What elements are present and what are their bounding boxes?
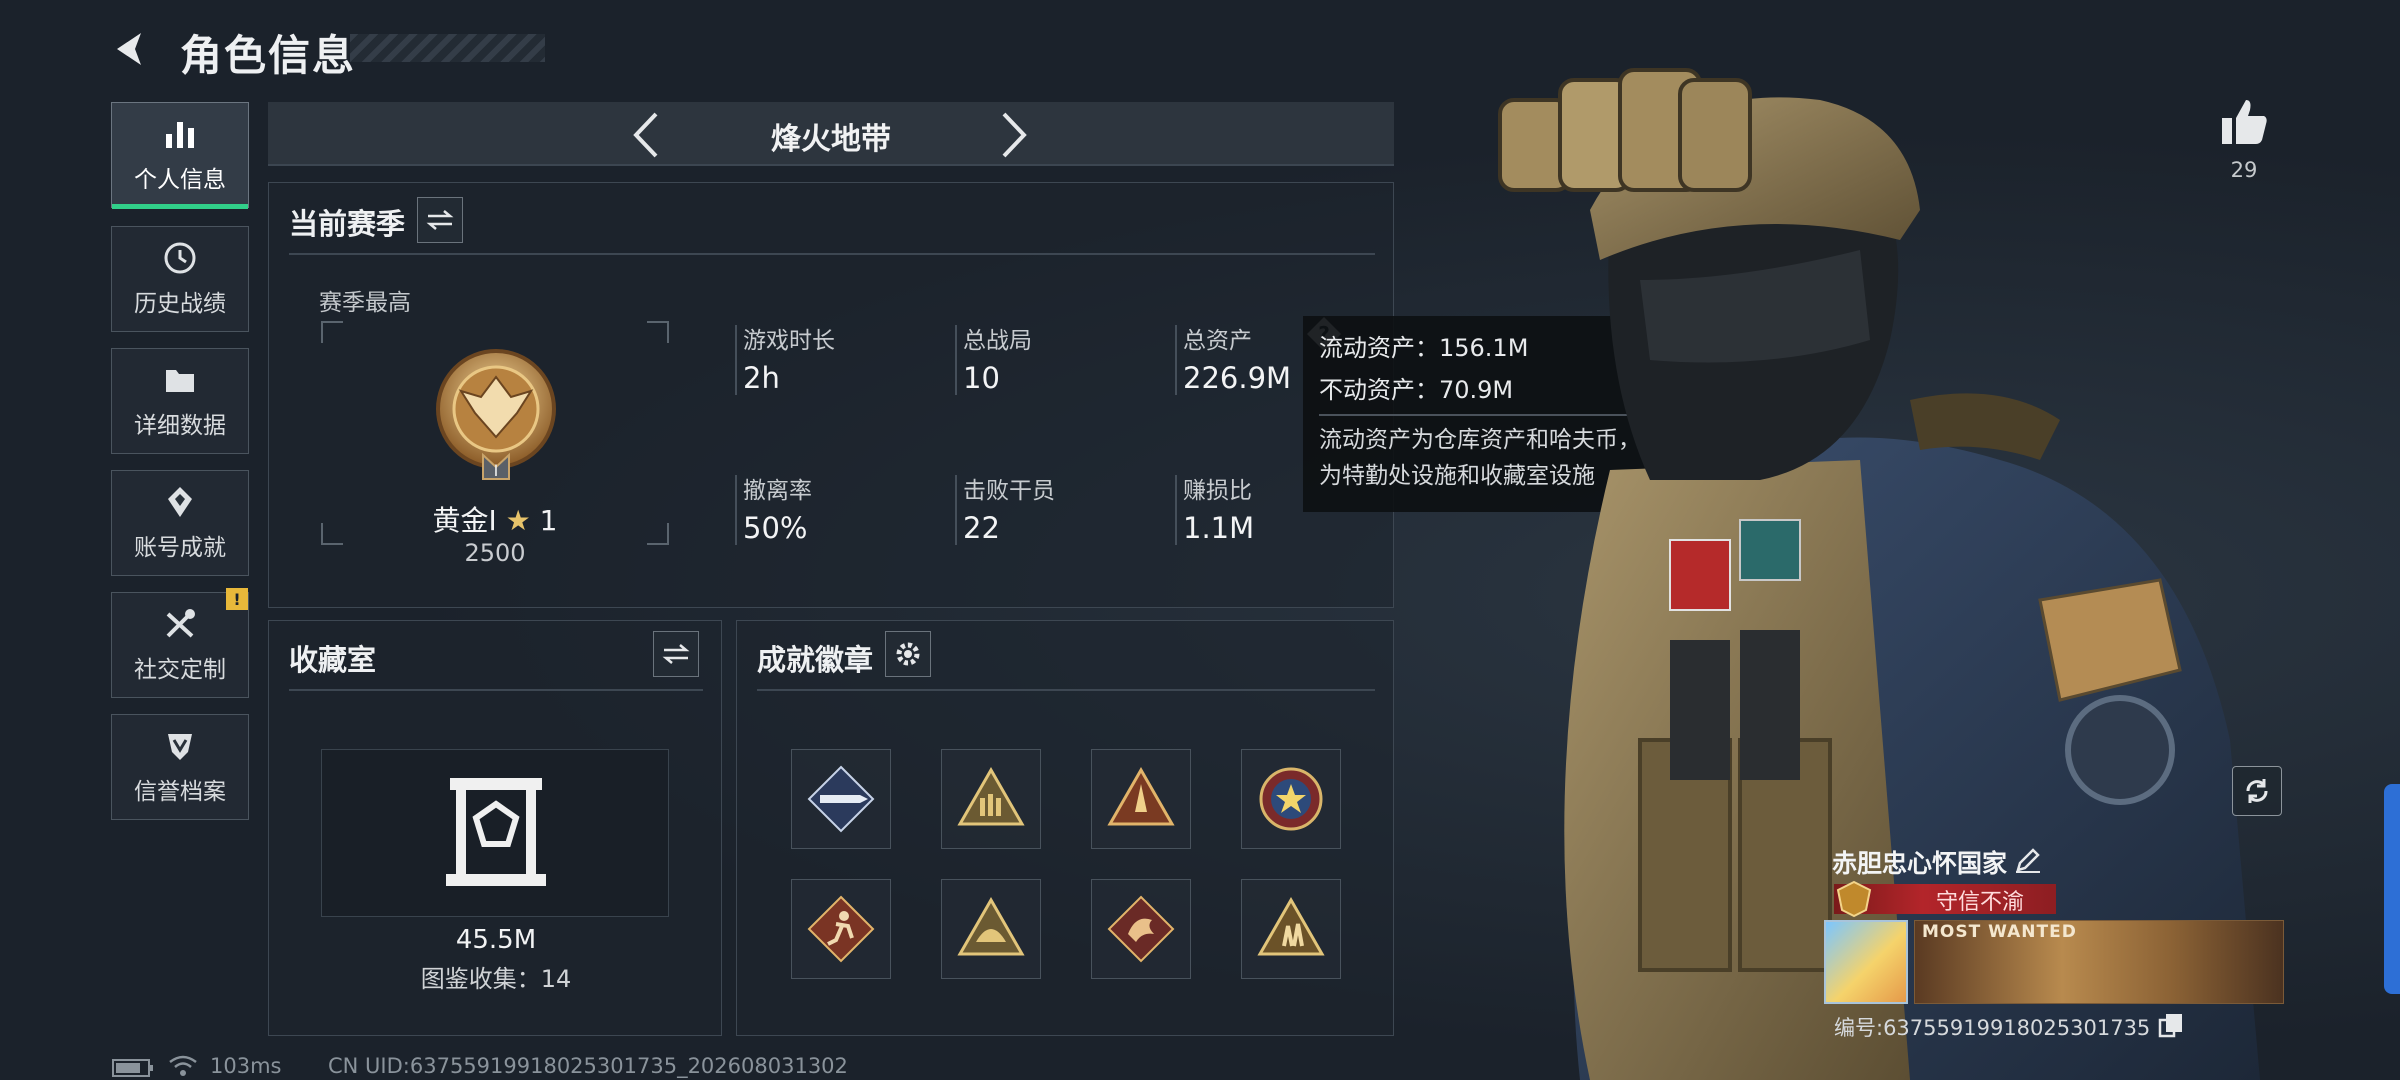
season-best-label: 赛季最高 <box>319 290 411 316</box>
sidebar-item-reputation[interactable]: 信誉档案 <box>111 714 249 820</box>
uid-readout: CN UID:6375591991802530173​5_20260803130… <box>328 1054 848 1078</box>
badges-title: 成就徽章 <box>757 643 874 677</box>
badge-runner[interactable] <box>791 879 891 979</box>
sidebar-item-label: 个人信息 <box>134 167 226 193</box>
sidebar-item-label: 信誉档案 <box>134 779 226 805</box>
mode-selector: 烽火地带 <box>268 102 1394 166</box>
rank-name: 黄金Ⅰ <box>432 504 497 537</box>
star-icon: ★ <box>505 504 531 537</box>
divider <box>289 253 1375 255</box>
badge-missile[interactable] <box>791 749 891 849</box>
divider <box>1175 325 1177 395</box>
badges-settings-button[interactable] <box>885 631 931 677</box>
stat-label-extract-rate: 撤离率 <box>743 478 812 504</box>
stat-value-extract-rate: 50% <box>743 511 808 545</box>
player-name: 赤胆忠心怀国家 <box>1832 849 2008 878</box>
collection-panel: 收藏室 45.5M 图鉴收集：14 <box>268 620 722 1036</box>
copy-icon <box>2158 1014 2182 1038</box>
stat-value-matches: 10 <box>963 361 1000 395</box>
sidebar-item-personal-info[interactable]: 个人信息 <box>111 102 249 209</box>
mode-title: 烽火地带 <box>771 122 891 157</box>
copy-id-button[interactable] <box>2158 1012 2184 1042</box>
divider <box>955 325 957 395</box>
rank-score: 2500 <box>464 539 526 567</box>
divider <box>735 475 737 545</box>
gold-rank-medal-icon: I <box>431 347 561 491</box>
sidebar-item-label: 历史战绩 <box>134 291 226 317</box>
tools-icon <box>166 609 195 638</box>
badge-rocket[interactable] <box>1091 749 1191 849</box>
stat-value-profit-ratio: 1.1M <box>1183 511 1255 545</box>
stat-value-playtime: 2h <box>743 361 780 395</box>
pencil-icon <box>2016 848 2040 873</box>
collection-value: 45.5M <box>455 925 537 955</box>
like-count: 29 <box>2230 158 2258 182</box>
shield-icon <box>168 734 192 760</box>
banner-title: MOST WANTED <box>1922 922 2077 942</box>
thumbs-up-icon <box>2222 100 2267 144</box>
divider <box>757 689 1375 691</box>
swap-icon <box>426 210 454 230</box>
collection-count: 图鉴收集：14 <box>420 965 572 993</box>
reputation-label: 守信不渝 <box>1936 890 2025 915</box>
rank-stars: 1 <box>539 504 558 537</box>
stat-label-playtime: 游戏时长 <box>743 328 835 354</box>
mode-next-button[interactable] <box>992 110 1032 164</box>
stat-value-assets: 226.9M <box>1183 361 1292 395</box>
stat-label-matches: 总战局 <box>963 328 1032 354</box>
edit-name-button[interactable] <box>2014 846 2042 878</box>
collection-switch-button[interactable] <box>653 631 699 677</box>
badge-star[interactable] <box>1241 749 1341 849</box>
back-button[interactable] <box>108 26 154 72</box>
svg-text:I: I <box>494 461 499 480</box>
badge-soldiers[interactable] <box>1241 879 1341 979</box>
badge-helmet[interactable] <box>941 879 1041 979</box>
season-panel: 当前赛季 赛季最高 I 黄金Ⅰ ★ 1 2500 游戏时长 2h 总战局 10 <box>268 182 1394 608</box>
achievement-icon <box>168 487 192 517</box>
sidebar-item-achievements[interactable]: 账号成就 <box>111 470 249 576</box>
like-button[interactable] <box>2218 96 2270 152</box>
sidebar-item-label: 社交定制 <box>134 657 226 683</box>
swap-icon <box>662 644 690 664</box>
badges-panel: 成就徽章 <box>736 620 1394 1036</box>
bar-chart-icon <box>166 122 194 148</box>
sidebar-item-history[interactable]: 历史战绩 <box>111 226 249 332</box>
badge-dragon[interactable] <box>1091 879 1191 979</box>
sidebar-item-details[interactable]: 详细数据 <box>111 348 249 454</box>
folder-icon <box>166 370 194 392</box>
player-id: 编号:6375591991802530173​5 <box>1834 1016 2151 1040</box>
divider <box>735 325 737 395</box>
rank-line: 黄金Ⅰ ★ 1 <box>269 499 721 539</box>
badge-ammo[interactable] <box>941 749 1041 849</box>
divider <box>1175 475 1177 545</box>
sidebar-item-label: 账号成就 <box>134 535 226 561</box>
refresh-button[interactable] <box>2232 766 2282 816</box>
season-switch-button[interactable] <box>417 197 463 243</box>
vault-icon <box>442 772 550 896</box>
reputation-emblem-icon <box>1836 880 1872 922</box>
stat-label-kills: 击败干员 <box>963 478 1055 504</box>
avatar[interactable] <box>1824 920 1908 1004</box>
page-title: 角色信息 <box>180 31 357 80</box>
collection-preview[interactable] <box>321 749 669 917</box>
stat-label-assets: 总资产 <box>1183 328 1252 354</box>
refresh-icon <box>2246 779 2268 803</box>
sidebar-item-label: 详细数据 <box>134 413 226 439</box>
gear-icon <box>896 642 920 666</box>
divider <box>955 475 957 545</box>
season-title: 当前赛季 <box>289 207 406 241</box>
divider <box>289 689 703 691</box>
side-drawer-handle[interactable] <box>2384 784 2400 994</box>
notification-badge: ! <box>226 588 248 610</box>
stat-label-profit-ratio: 赚损比 <box>1183 478 1252 504</box>
stat-value-kills: 22 <box>963 511 1000 545</box>
ping-readout: 103ms <box>210 1054 282 1078</box>
battery-icon <box>112 1058 154 1080</box>
chevron-right-icon <box>1002 112 1027 158</box>
wifi-icon <box>168 1054 198 1080</box>
back-arrow-icon <box>117 33 141 65</box>
history-icon <box>164 242 196 274</box>
title-decoration <box>350 34 545 62</box>
collection-title: 收藏室 <box>289 643 377 677</box>
